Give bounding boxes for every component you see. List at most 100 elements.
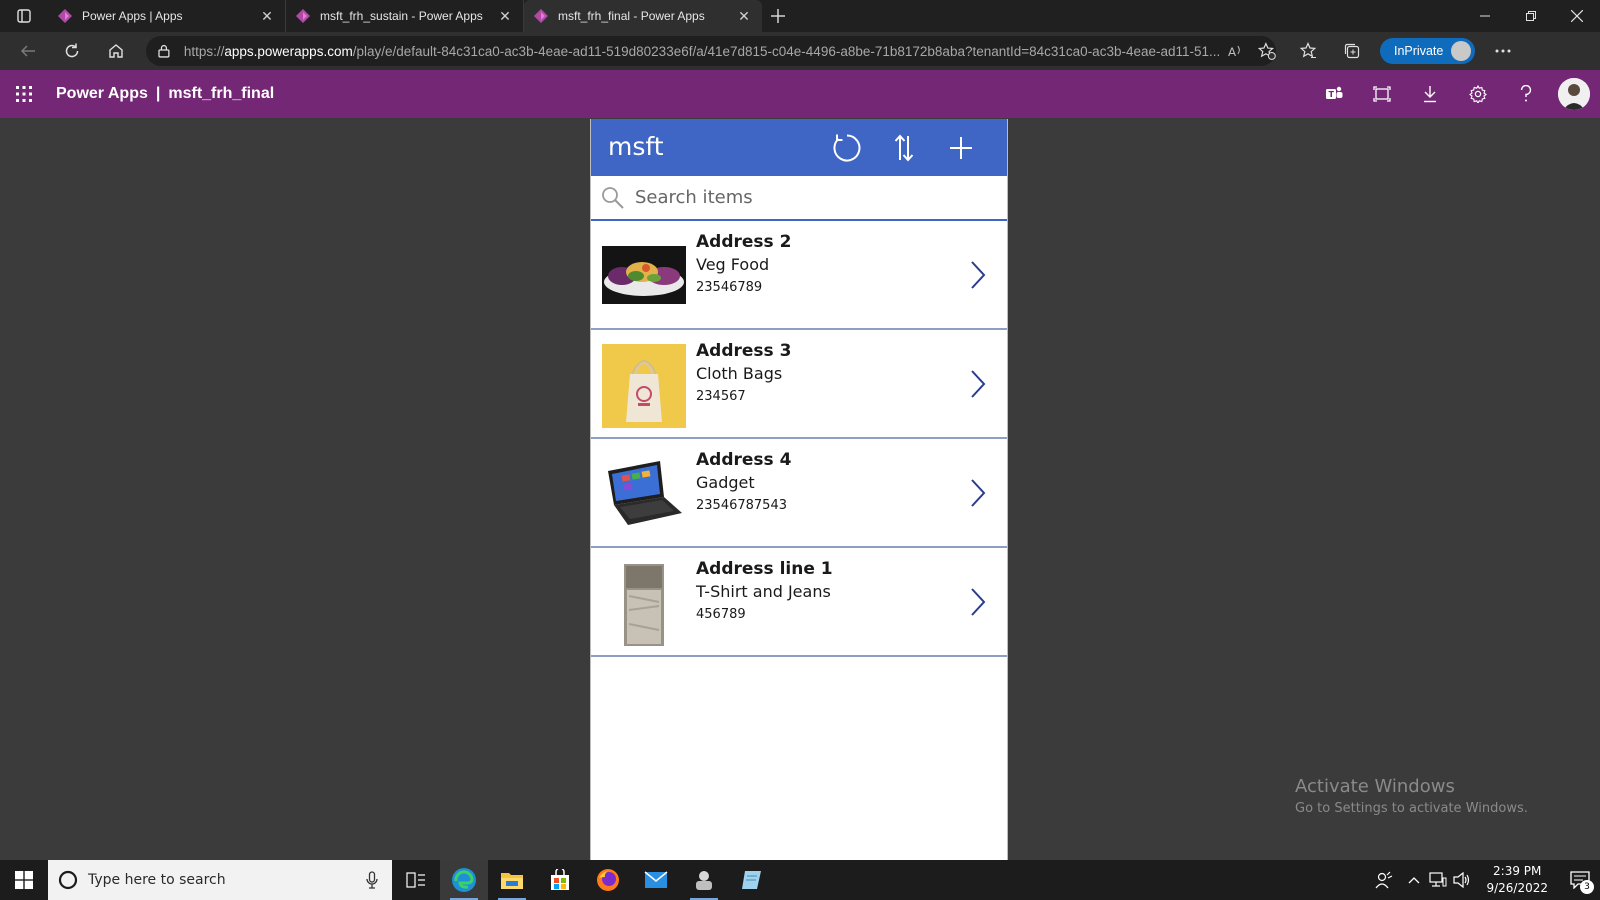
browser-tab[interactable]: msft_frh_sustain - Power Apps ✕ bbox=[286, 0, 524, 32]
search-box[interactable]: Search items bbox=[591, 176, 1007, 221]
chevron-right-icon[interactable] bbox=[968, 586, 988, 618]
canvas-app: msft Search items Address 2 Veg Food 235… bbox=[590, 119, 1008, 860]
settings-more-button[interactable] bbox=[1481, 32, 1525, 70]
bag-thumbnail bbox=[602, 344, 686, 428]
browser-tab-active[interactable]: msft_frh_final - Power Apps ✕ bbox=[524, 0, 762, 32]
taskbar-app-note[interactable] bbox=[728, 860, 776, 900]
refresh-items-button[interactable] bbox=[829, 130, 865, 166]
taskbar-edge[interactable] bbox=[440, 860, 488, 900]
waffle-icon bbox=[16, 86, 32, 102]
item-title: Address 2 bbox=[696, 232, 792, 252]
close-window-button[interactable] bbox=[1554, 0, 1600, 32]
help-button[interactable] bbox=[1502, 70, 1550, 118]
list-item[interactable]: Address 2 Veg Food 23546789 bbox=[591, 221, 1007, 330]
user-avatar[interactable] bbox=[1558, 78, 1590, 110]
mail-icon bbox=[644, 871, 668, 888]
inprivate-badge[interactable]: InPrivate bbox=[1380, 38, 1476, 64]
taskbar-store[interactable] bbox=[536, 860, 584, 900]
chevron-up-icon bbox=[1409, 877, 1420, 884]
people-button[interactable] bbox=[1366, 860, 1402, 900]
minimize-icon bbox=[1480, 15, 1490, 17]
taskbar-search-input[interactable]: Type here to search bbox=[88, 872, 366, 888]
chevron-right-icon[interactable] bbox=[968, 477, 988, 509]
browser-toolbar: https://apps.powerapps.com/play/e/defaul… bbox=[0, 32, 1600, 70]
close-icon[interactable]: ✕ bbox=[497, 8, 513, 24]
inprivate-label: InPrivate bbox=[1394, 44, 1444, 58]
more-icon bbox=[1495, 49, 1511, 53]
plus-icon bbox=[771, 9, 785, 23]
close-icon[interactable]: ✕ bbox=[259, 8, 275, 24]
minimize-button[interactable] bbox=[1462, 0, 1508, 32]
settings-button[interactable] bbox=[1454, 70, 1502, 118]
title-separator: | bbox=[155, 85, 161, 102]
taskbar-app-user[interactable] bbox=[680, 860, 728, 900]
windows-taskbar: Type here to search 2:39 PM 9/26/2022 3 bbox=[0, 860, 1600, 900]
help-icon bbox=[1520, 85, 1532, 102]
home-button[interactable] bbox=[94, 32, 138, 70]
fit-to-window-button[interactable] bbox=[1358, 70, 1406, 118]
taskbar-file-explorer[interactable] bbox=[488, 860, 536, 900]
item-number: 456789 bbox=[696, 607, 746, 622]
collections-button[interactable] bbox=[1330, 32, 1374, 70]
add-favorite-icon[interactable] bbox=[1258, 42, 1276, 60]
list-item[interactable]: Address 3 Cloth Bags 234567 bbox=[591, 330, 1007, 439]
item-title: Address 3 bbox=[696, 341, 792, 361]
brand-title[interactable]: Power Apps bbox=[56, 85, 148, 103]
start-button[interactable] bbox=[0, 860, 48, 900]
cortana-icon bbox=[58, 870, 78, 890]
back-arrow-icon bbox=[20, 45, 35, 57]
taskbar-firefox[interactable] bbox=[584, 860, 632, 900]
power-apps-icon bbox=[534, 9, 548, 23]
network-button[interactable] bbox=[1426, 860, 1450, 900]
taskbar-clock[interactable]: 2:39 PM 9/26/2022 bbox=[1486, 863, 1548, 897]
refresh-button[interactable] bbox=[50, 32, 94, 70]
lock-icon[interactable] bbox=[158, 44, 170, 58]
clock-date: 9/26/2022 bbox=[1486, 881, 1548, 895]
restore-button[interactable] bbox=[1508, 0, 1554, 32]
download-button[interactable] bbox=[1406, 70, 1454, 118]
laptop-image-icon bbox=[602, 453, 686, 537]
system-tray: 2:39 PM 9/26/2022 3 bbox=[1366, 860, 1600, 900]
task-view-button[interactable] bbox=[392, 860, 440, 900]
item-number: 234567 bbox=[696, 389, 746, 404]
item-subtitle: Veg Food bbox=[696, 255, 770, 274]
close-icon[interactable]: ✕ bbox=[736, 8, 752, 24]
taskbar-mail[interactable] bbox=[632, 860, 680, 900]
restore-icon bbox=[1526, 11, 1536, 21]
item-subtitle: T-Shirt and Jeans bbox=[696, 582, 831, 601]
action-center-button[interactable]: 3 bbox=[1560, 860, 1600, 900]
chevron-right-icon[interactable] bbox=[968, 259, 988, 291]
list-item[interactable]: Address line 1 T-Shirt and Jeans 456789 bbox=[591, 548, 1007, 657]
read-aloud-icon[interactable]: A bbox=[1228, 44, 1244, 58]
tab-actions-button[interactable] bbox=[0, 0, 48, 32]
sort-button[interactable] bbox=[886, 130, 922, 166]
close-icon bbox=[1571, 10, 1583, 22]
back-button[interactable] bbox=[6, 32, 50, 70]
list-item[interactable]: Address 4 Gadget 23546787543 bbox=[591, 439, 1007, 548]
url-path: /play/e/default-84c31ca0-ac3b-4eae-ad11-… bbox=[352, 43, 1221, 59]
people-icon bbox=[1375, 871, 1393, 889]
folder-icon bbox=[501, 873, 523, 889]
microphone-icon[interactable] bbox=[366, 871, 378, 889]
app-launcher-button[interactable] bbox=[0, 70, 48, 118]
new-tab-button[interactable] bbox=[762, 0, 794, 32]
teams-button[interactable]: T bbox=[1310, 70, 1358, 118]
volume-button[interactable] bbox=[1450, 860, 1474, 900]
search-input[interactable]: Search items bbox=[635, 187, 753, 208]
address-bar[interactable]: https://apps.powerapps.com/play/e/defaul… bbox=[146, 36, 1276, 66]
favorites-button[interactable] bbox=[1286, 32, 1330, 70]
firefox-icon bbox=[597, 869, 619, 891]
teams-icon: T bbox=[1326, 86, 1343, 99]
food-image-icon bbox=[602, 246, 686, 304]
clock-time: 2:39 PM bbox=[1493, 864, 1542, 878]
cloth-bag-image-icon bbox=[602, 344, 686, 428]
taskbar-search-box[interactable]: Type here to search bbox=[48, 860, 392, 900]
collections-icon bbox=[1344, 43, 1360, 59]
show-hidden-icons-button[interactable] bbox=[1402, 860, 1426, 900]
power-apps-icon bbox=[296, 9, 310, 23]
url-text[interactable]: https://apps.powerapps.com/play/e/defaul… bbox=[184, 44, 1221, 59]
add-item-button[interactable] bbox=[943, 130, 979, 166]
browser-tab[interactable]: Power Apps | Apps ✕ bbox=[48, 0, 286, 32]
windows-logo-icon bbox=[15, 871, 33, 889]
chevron-right-icon[interactable] bbox=[968, 368, 988, 400]
